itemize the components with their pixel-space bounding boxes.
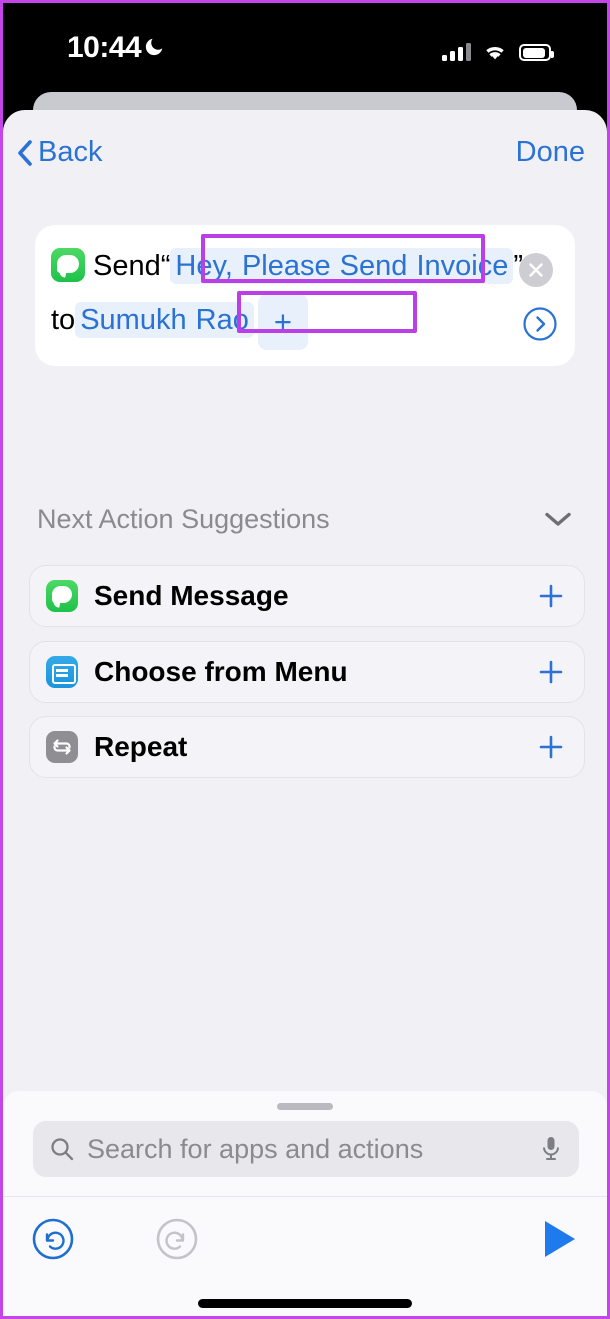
action-preposition: to	[51, 304, 76, 336]
wifi-icon	[486, 46, 504, 60]
repeat-icon	[46, 731, 78, 763]
back-label: Back	[38, 136, 103, 168]
expand-action-button[interactable]	[522, 306, 558, 342]
add-suggestion-button[interactable]	[538, 583, 564, 609]
microphone-icon[interactable]	[539, 1135, 563, 1163]
status-bar: 10:44	[3, 3, 607, 91]
remove-action-button[interactable]	[519, 253, 553, 287]
close-circle-icon	[529, 263, 543, 277]
shortcut-editor-sheet: Back Done Send“ Hey, Please Send Invoice”…	[3, 110, 607, 1316]
navigation-bar: Back Done	[3, 110, 607, 208]
menu-app-icon	[46, 656, 78, 688]
search-placeholder: Search for apps and actions	[87, 1133, 424, 1164]
moon-icon	[145, 38, 163, 56]
action-card-send-message[interactable]: Send“ Hey, Please Send Invoice” to Sumukh …	[35, 225, 575, 366]
status-time: 10:44	[67, 31, 142, 64]
add-suggestion-button[interactable]	[538, 734, 564, 760]
add-recipient-button[interactable]: +	[257, 294, 308, 350]
open-quote: “	[160, 250, 171, 282]
messages-app-icon	[46, 580, 78, 612]
suggestion-label: Send Message	[94, 580, 289, 611]
chevron-down-icon[interactable]	[543, 510, 573, 528]
sheet-grabber-handle[interactable]	[277, 1103, 333, 1110]
phone-screen: 10:44 Back Done Send“ Hey, Please Send I…	[0, 0, 610, 1319]
search-icon	[51, 1138, 74, 1161]
recipient-token[interactable]: Sumukh Rao	[75, 302, 254, 338]
editor-toolbar	[3, 1196, 607, 1282]
repeat-glyph	[53, 739, 71, 755]
back-button[interactable]: Back	[17, 136, 102, 169]
suggestion-label: Repeat	[94, 731, 188, 762]
redo-icon[interactable]	[155, 1217, 199, 1261]
cellular-signal-icon	[442, 43, 471, 61]
messages-app-icon	[51, 248, 85, 282]
undo-icon[interactable]	[31, 1217, 75, 1261]
home-indicator	[198, 1299, 412, 1308]
chevron-left-icon	[18, 139, 32, 166]
next-action-suggestions-header[interactable]: Next Action Suggestions	[37, 498, 573, 540]
suggestion-row-choose-from-menu[interactable]: Choose from Menu	[29, 641, 585, 703]
suggestion-row-repeat[interactable]: Repeat	[29, 716, 585, 778]
action-card-text: Send“ Hey, Please Send Invoice” to Sumukh …	[51, 239, 559, 350]
message-text-token[interactable]: Hey, Please Send Invoice	[170, 248, 514, 284]
action-search-sheet: Search for apps and actions	[3, 1091, 607, 1316]
battery-icon	[519, 44, 554, 61]
status-icons	[442, 37, 554, 61]
suggestion-row-send-message[interactable]: Send Message	[29, 565, 585, 627]
action-verb: Send	[93, 250, 161, 282]
search-input[interactable]: Search for apps and actions	[33, 1121, 579, 1177]
play-icon[interactable]	[539, 1217, 579, 1261]
suggestion-label: Choose from Menu	[94, 656, 348, 687]
add-suggestion-button[interactable]	[538, 659, 564, 685]
done-button[interactable]: Done	[516, 136, 585, 169]
suggestions-title: Next Action Suggestions	[37, 503, 330, 534]
